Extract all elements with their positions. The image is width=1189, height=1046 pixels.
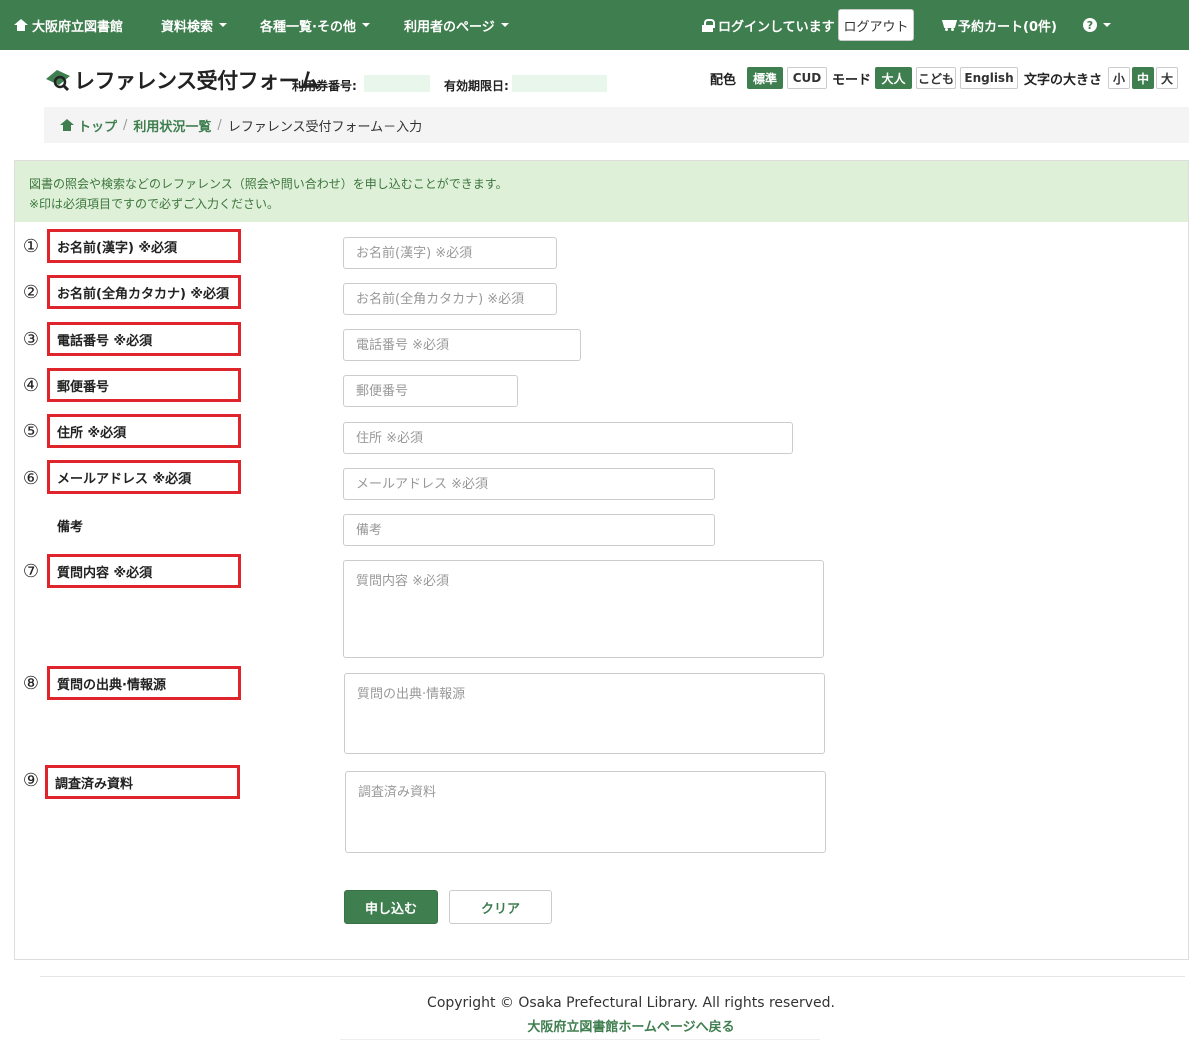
font-size-medium-toggle[interactable]: 中 [1132,67,1154,89]
cart-icon [942,19,956,31]
mode-english-toggle[interactable]: English [960,67,1018,89]
label-postal-code: 郵便番号 [47,368,241,402]
field-number: ② [22,282,40,303]
card-number-value [364,75,430,92]
info-line-2: ※印は必須項目ですので必ずご入力ください。 [29,197,280,211]
cart-label: 予約カート(0件) [958,19,1057,35]
field-number: ⑨ [22,770,40,791]
top-navbar: 大阪府立図書館 資料検索 各種一覧·その他 利用者のページ ログインしています … [0,0,1189,50]
nav-home-link[interactable]: 大阪府立図書館 [14,0,123,50]
field-number: ④ [22,375,40,396]
nav-user-page-label: 利用者のページ [404,19,495,35]
footer-bottom-divider [340,1039,820,1040]
chevron-down-icon [361,23,370,27]
label-researched-materials: 調査済み資料 [45,765,240,799]
breadcrumb-current: レファレンス受付フォーム－入力 [227,119,423,135]
book-search-icon [46,70,70,92]
label-email: メールアドレス ※必須 [47,460,241,494]
info-line-1: 図書の照会や検索などのレファレンス（照会や問い合わせ）を申し込むことができます。 [29,177,508,191]
info-message: 図書の照会や検索などのレファレンス（照会や問い合わせ）を申し込むことができます。… [15,161,1188,222]
breadcrumb: トップ / 利用状況一覧 / レファレンス受付フォーム－入力 [44,107,1189,143]
label-notes: 備考 [57,520,84,535]
chevron-down-icon [500,23,509,27]
footer-divider [40,976,1185,977]
submit-button[interactable]: 申し込む [344,890,438,924]
lock-icon [702,18,715,32]
color-scheme-label: 配色 [710,73,737,88]
email-input[interactable] [343,468,715,500]
home-icon [60,119,74,131]
color-standard-toggle[interactable]: 標準 [747,67,783,89]
chevron-down-icon [219,23,228,27]
field-number: ⑦ [22,561,40,582]
home-icon [14,19,28,31]
name-kanji-input[interactable] [343,237,557,269]
page-title: レファレンス受付フォーム [74,69,319,93]
help-icon: ? [1083,18,1097,32]
field-number: ① [22,236,40,257]
label-name-katakana: お名前(全角カタカナ) ※必須 [47,275,241,309]
field-number: ⑤ [22,421,40,442]
mode-adult-toggle[interactable]: 大人 [875,67,912,89]
nav-home-label: 大阪府立図書館 [32,19,124,35]
breadcrumb-top-label: トップ [78,119,118,135]
breadcrumb-separator: / [217,117,222,133]
page-title-area: レファレンス受付フォーム [44,64,319,96]
font-size-small-toggle[interactable]: 小 [1108,67,1130,89]
label-question: 質問内容 ※必須 [47,554,241,588]
mode-label: モード [832,73,872,88]
question-source-textarea[interactable] [344,673,825,754]
font-size-large-toggle[interactable]: 大 [1156,67,1178,89]
nav-lists-menu[interactable]: 各種一覧·その他 [260,0,370,50]
phone-input[interactable] [343,329,581,361]
breadcrumb-top-link[interactable]: トップ [60,116,117,135]
expiry-label: 有効期限日: [444,79,509,93]
library-home-link[interactable]: 大阪府立図書館ホームページへ戻る [0,1016,1189,1035]
label-question-source: 質問の出典·情報源 [47,666,241,700]
login-status: ログインしています [702,0,835,50]
label-phone: 電話番号 ※必須 [47,322,241,356]
nav-user-page-menu[interactable]: 利用者のページ [404,0,509,50]
address-input[interactable] [343,422,793,454]
label-name-kanji: お名前(漢字) ※必須 [47,229,241,263]
logout-button[interactable]: ログアウト [838,9,914,41]
field-number: ③ [22,329,40,350]
notes-input[interactable] [343,514,715,546]
field-number: ⑧ [22,673,40,694]
breadcrumb-separator: / [123,117,128,133]
font-size-label: 文字の大きさ [1024,73,1103,88]
mode-kids-toggle[interactable]: こども [916,67,956,89]
copyright-text: Copyright © Osaka Prefectural Library. A… [427,995,835,1011]
nav-search-label: 資料検索 [161,19,214,35]
login-status-text: ログインしています [718,19,835,35]
label-address: 住所 ※必須 [47,414,241,448]
field-number: ⑥ [22,468,40,489]
reservation-cart-link[interactable]: 予約カート(0件) [942,0,1057,50]
chevron-down-icon [1103,23,1111,27]
question-textarea[interactable] [343,560,824,658]
card-number-label: 利用券番号: [292,79,357,93]
help-menu[interactable]: ? [1083,0,1111,50]
color-cud-toggle[interactable]: CUD [787,67,827,89]
expiry-value [512,75,607,92]
name-katakana-input[interactable] [343,283,557,315]
clear-button[interactable]: クリア [449,890,552,924]
researched-materials-textarea[interactable] [345,771,826,853]
postal-code-input[interactable] [343,375,518,407]
nav-lists-label: 各種一覧·その他 [260,19,356,35]
breadcrumb-usage-link[interactable]: 利用状況一覧 [133,116,211,135]
nav-search-menu[interactable]: 資料検索 [161,0,228,50]
